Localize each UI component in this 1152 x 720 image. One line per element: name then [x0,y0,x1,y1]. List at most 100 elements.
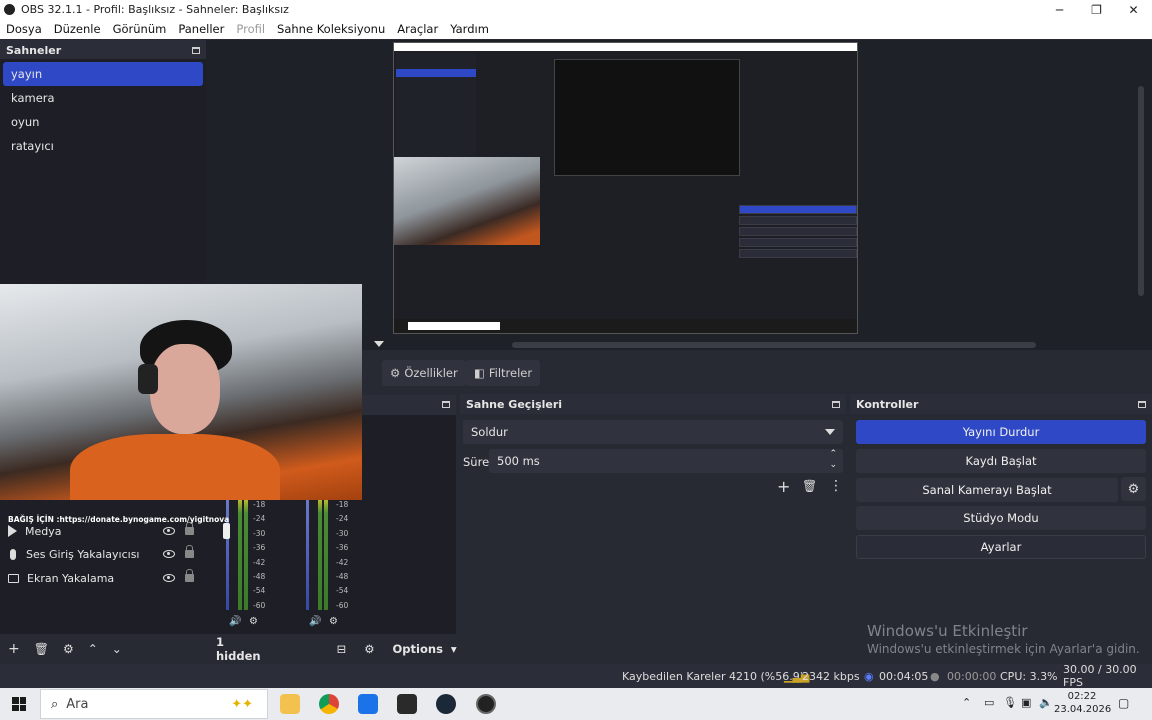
mini-controls [739,203,857,271]
chevron-down-icon[interactable]: ▾ [451,642,457,656]
chevron-up-icon[interactable]: ⌃ [962,696,971,709]
source-item-screen[interactable]: Ekran Yakalama [8,567,200,589]
source-name: Medya [25,524,62,538]
mixer-settings-icon[interactable]: ⚙ [249,616,258,627]
studio-mode-button[interactable]: Stüdyo Modu [856,506,1146,530]
battery-icon[interactable]: ▭ [984,696,994,709]
preview-vertical-scrollbar[interactable] [1138,86,1144,296]
volume-meter [324,500,328,610]
filters-button[interactable]: ◧ Filtreler [466,360,541,386]
volume-fader[interactable] [223,523,230,539]
stop-stream-button[interactable]: Yayını Durdur [856,420,1146,444]
source-item-mic[interactable]: Ses Giriş Yakalayıcısı [8,543,200,565]
db-tick-label: -36 [253,543,266,553]
volume-meter [318,500,322,610]
undock-icon[interactable] [1138,400,1146,408]
chevron-up-icon[interactable]: ⌃ [88,642,98,656]
lock-icon[interactable] [185,522,194,535]
headset-icon [138,364,158,394]
scene-item-kamera[interactable]: kamera [3,86,203,110]
steam-icon[interactable] [436,694,456,714]
menu-help[interactable]: Yardım [444,22,495,36]
transition-select[interactable]: Soldur [463,420,843,444]
webcam-overlay [0,284,362,500]
gear-icon[interactable]: ⚙ [1121,477,1146,501]
chevron-down-icon[interactable]: ⌄ [112,642,122,656]
store-icon[interactable] [358,694,378,714]
trash-icon[interactable]: 🗑 [802,479,817,493]
window-title: OBS 32.1.1 - Profil: Başlıksız - Sahnele… [21,3,289,16]
menu-view[interactable]: Görünüm [107,22,173,36]
settings-button[interactable]: Ayarlar [856,535,1146,559]
add-transition-icon[interactable]: + [777,477,790,496]
lock-icon[interactable] [185,569,194,582]
db-tick-label: -48 [336,572,349,581]
person-face [150,344,220,434]
add-source-icon[interactable]: + [8,641,20,657]
source-name: Ses Giriş Yakalayıcısı [26,547,140,561]
speaker-icon[interactable]: 🔊 [229,616,241,627]
activation-watermark: Windows'u Etkinleştir Windows'u etkinleş… [867,622,1140,656]
taskbar-search[interactable]: ⌕ Ara ✦✦ [40,689,268,719]
clock-date: 23.04.2026 [1054,704,1112,715]
undock-icon[interactable] [442,401,450,408]
close-button[interactable]: ✕ [1115,3,1152,17]
notification-icon[interactable]: ▢ [1118,696,1129,710]
gear-icon[interactable]: ⚙ [364,642,374,656]
undock-icon[interactable] [192,46,200,54]
speaker-icon[interactable]: 🔊 [309,616,321,627]
source-name: Ekran Yakalama [27,571,115,585]
hidden-count-label[interactable]: 1 hidden [216,635,261,663]
minimize-button[interactable]: ─ [1041,3,1078,17]
windows-start-icon[interactable] [12,697,26,711]
menu-edit[interactable]: Düzenle [48,22,107,36]
menu-tools[interactable]: Araçlar [391,22,444,36]
mini-preview [554,59,740,176]
undock-icon[interactable] [832,400,840,408]
preview-screen-capture [393,42,858,334]
mixer-dock-header [362,395,456,415]
spin-arrows-icon[interactable]: ⌃ ⌄ [829,449,837,471]
microphone-icon[interactable]: 🎙 [1003,696,1017,709]
mixer-top-area [362,415,456,499]
chevron-down-icon[interactable] [374,341,384,347]
controls-title: Kontroller [856,397,919,411]
lock-icon[interactable] [185,545,194,558]
menu-file[interactable]: Dosya [0,22,48,36]
scene-item-ratayici[interactable]: ratayıcı [3,134,203,158]
menu-docks[interactable]: Paneller [172,22,230,36]
preview-horizontal-scrollbar[interactable] [512,342,1036,348]
chrome-icon[interactable] [319,694,339,714]
volume-icon[interactable]: 🔈 [1039,696,1053,709]
mixer-settings-icon[interactable]: ⚙ [329,616,338,627]
more-options-icon[interactable]: ⋮ [829,478,843,494]
transitions-dock-header: Sahne Geçişleri [460,394,846,414]
file-explorer-icon[interactable] [280,694,300,714]
network-icon[interactable]: ▣ [1021,696,1031,709]
layout-icon[interactable]: ⊟ [337,642,347,656]
options-button[interactable]: Options [393,642,443,656]
properties-button[interactable]: ⚙ Özellikler [382,360,466,386]
menu-profile[interactable]: Profil [230,22,271,36]
epic-games-icon[interactable] [397,694,417,714]
start-record-button[interactable]: Kaydı Başlat [856,449,1146,473]
eye-icon[interactable] [163,550,175,558]
gear-icon: ⚙ [390,366,401,380]
scene-item-yayin[interactable]: yayın [3,62,203,86]
obs-icon[interactable] [476,694,496,714]
eye-icon[interactable] [163,574,175,582]
taskbar-clock[interactable]: 02:22 23.04.2026 [1054,690,1112,716]
menu-scene-collection[interactable]: Sahne Koleksiyonu [271,22,391,36]
eye-icon[interactable] [163,527,175,535]
filters-label: Filtreler [488,366,533,380]
trash-icon[interactable]: 🗑 [34,642,49,656]
duration-spinbox[interactable]: 500 ms ⌃ ⌄ [489,449,843,473]
db-tick-label: -42 [253,557,266,567]
scene-item-oyun[interactable]: oyun [3,110,203,134]
status-bar: Kaybedilen Kareler 4210 (%56.9) ▁▃▅ 2342… [0,663,1152,689]
gear-icon[interactable]: ⚙ [63,642,74,656]
maximize-button[interactable]: ❐ [1078,3,1115,17]
scene-list: yayın kamera oyun ratayıcı [0,59,206,285]
activation-subtitle: Windows'u etkinleştirmek için Ayarlar'a … [867,642,1140,656]
virtual-camera-button[interactable]: Sanal Kamerayı Başlat [856,478,1118,502]
